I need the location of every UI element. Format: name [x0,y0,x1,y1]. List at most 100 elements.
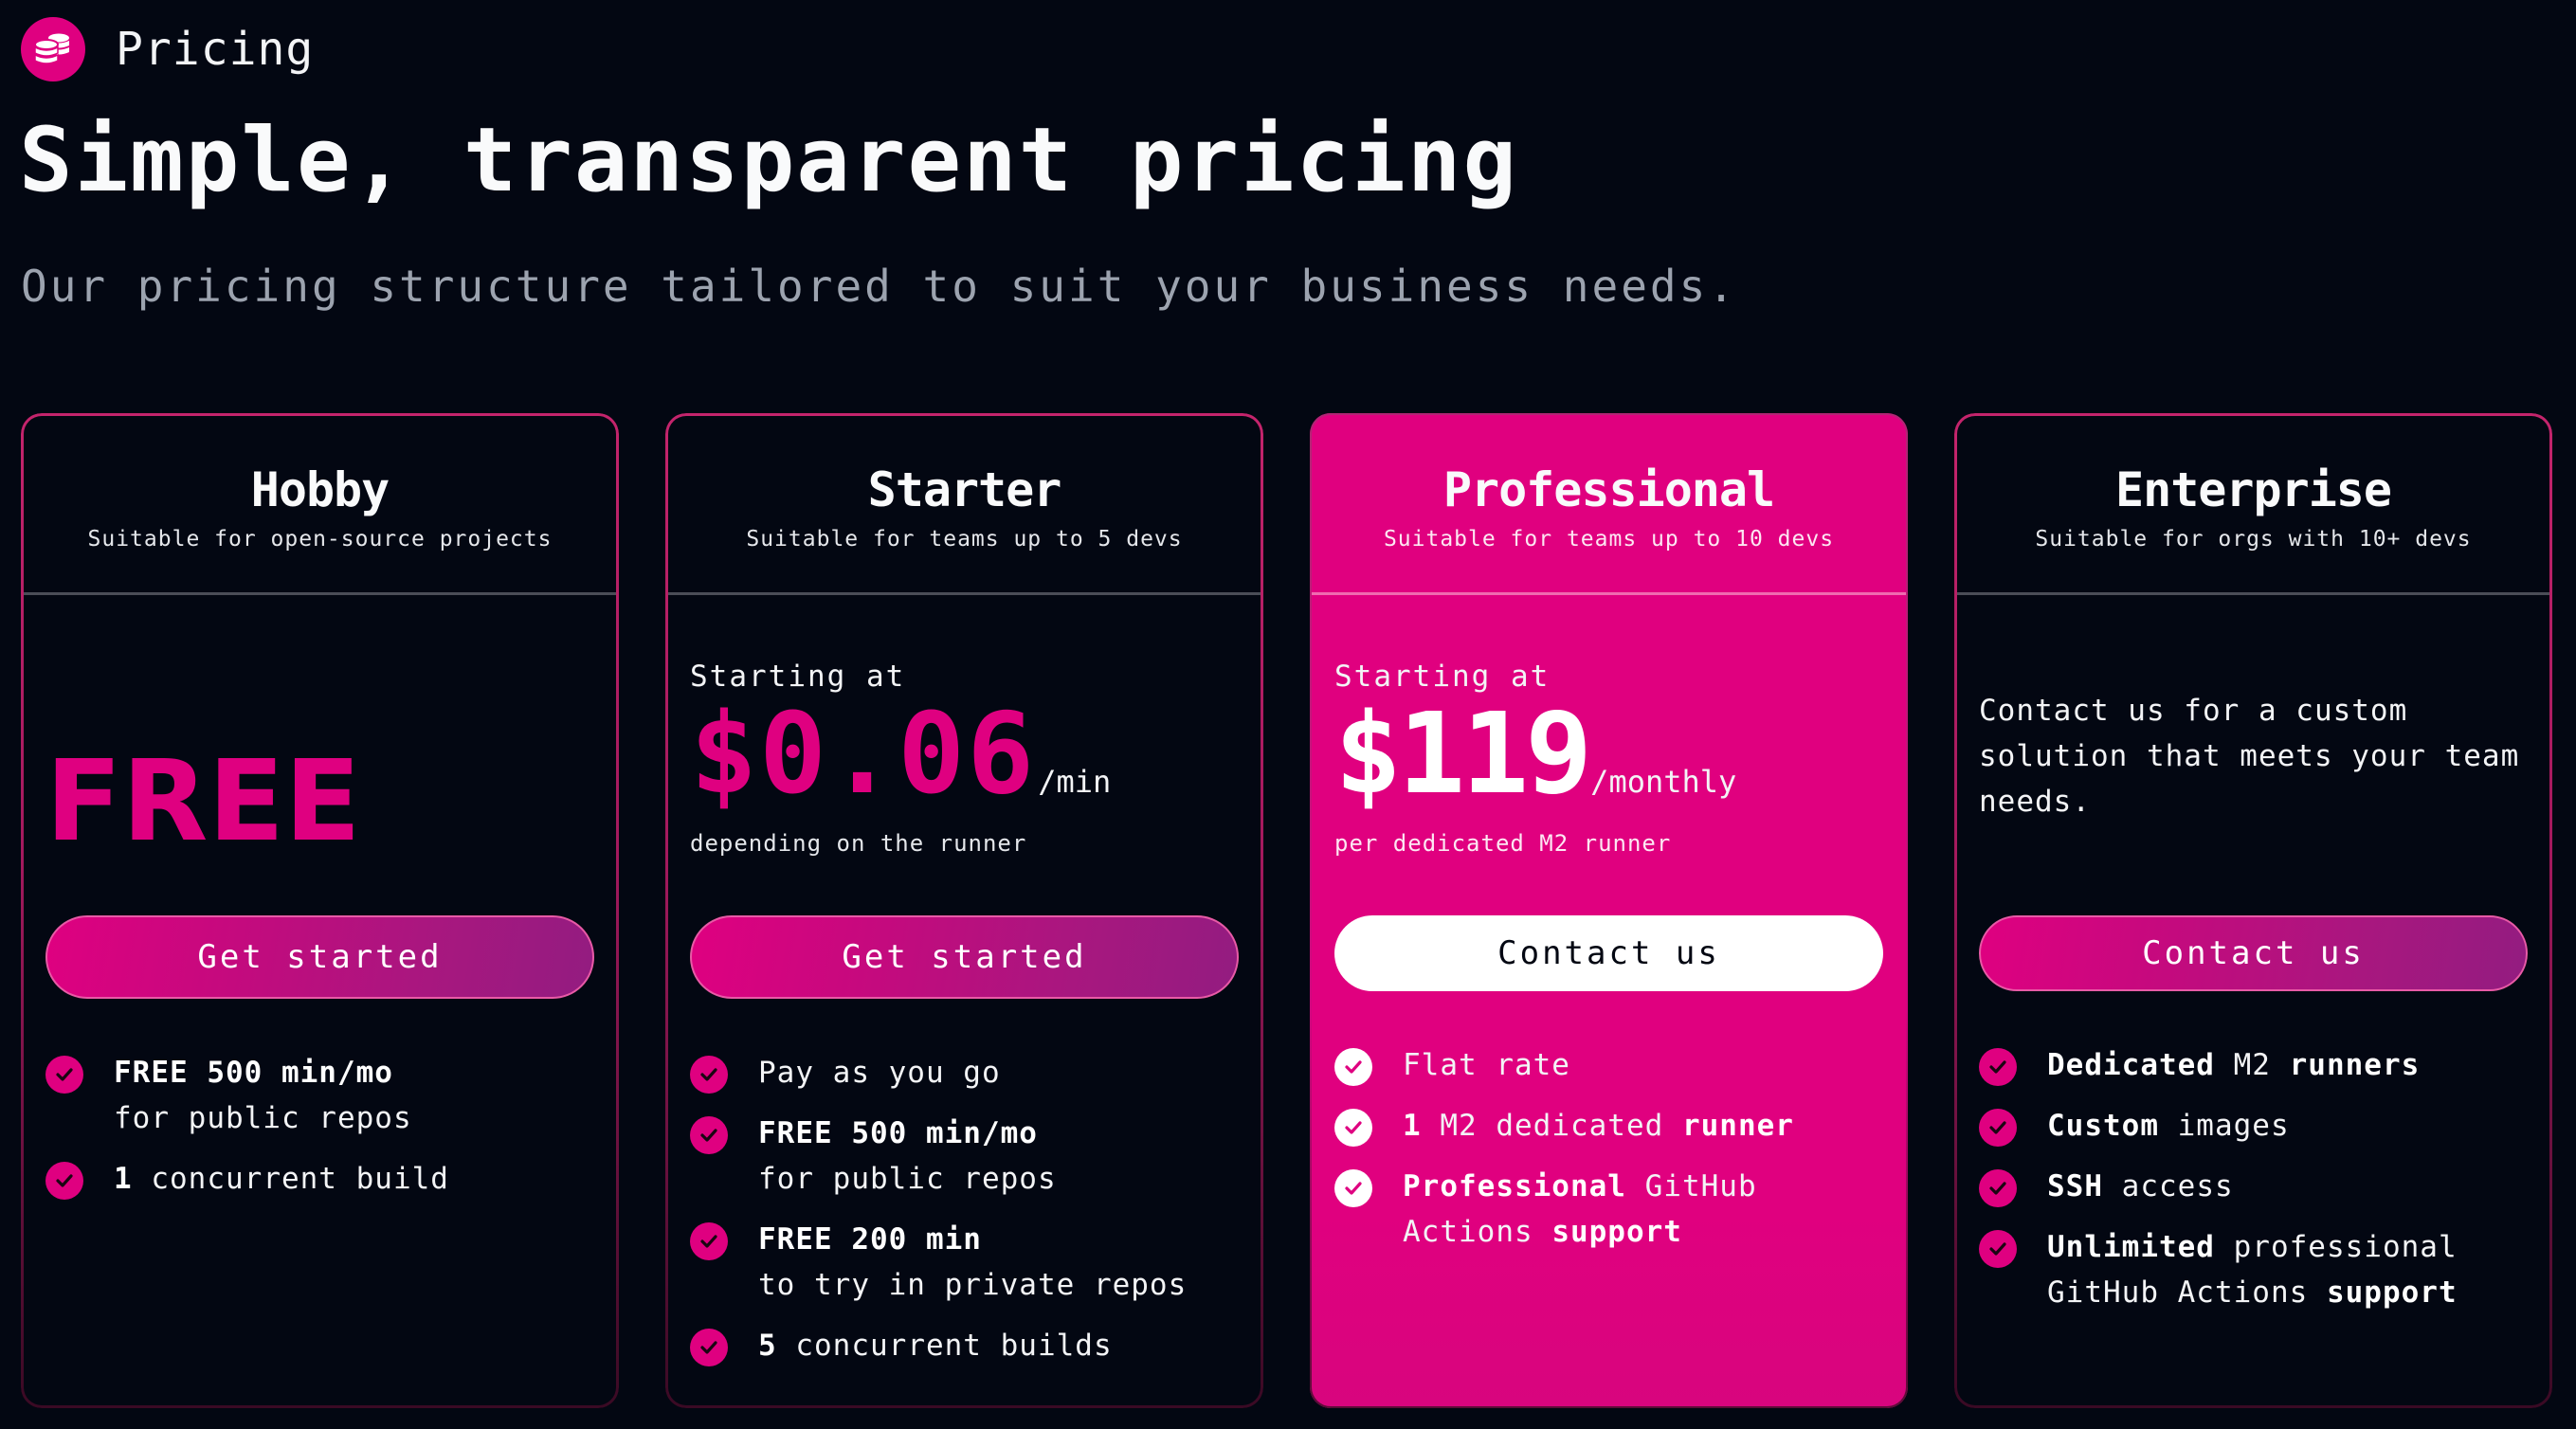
feature-copy: images [2158,1109,2290,1143]
get-started-button[interactable]: Get started [45,915,594,999]
feature-item: Flat rate [1334,1042,1889,1088]
check-icon [1979,1169,2017,1207]
feature-copy: for public repos [758,1162,1057,1196]
feature-emphasis: FREE 500 min/mo [758,1116,1038,1150]
plan-header: Hobby Suitable for open-source projects [21,413,619,595]
feature-text: Custom images [2047,1103,2290,1149]
plan-card-hobby: Hobby Suitable for open-source projects … [21,413,619,1408]
check-icon [1334,1169,1372,1207]
feature-copy: concurrent builds [776,1329,1113,1363]
feature-text: Flat rate [1403,1042,1570,1088]
feature-copy: to try in private repos [758,1268,1188,1302]
feature-emphasis: 1 [114,1162,133,1196]
pricing-cards: Hobby Suitable for open-source projects … [21,413,2552,1408]
feature-list: Flat rate 1 M2 dedicated runner Profession… [1334,1042,1889,1270]
contact-blurb: Contact us for a custom solution that me… [1979,694,2520,819]
feature-emphasis: support [1551,1215,1682,1249]
feature-text: FREE 500 min/mo for public repos [114,1050,412,1141]
price-note: depending on the runner [690,830,1027,857]
feature-list: FREE 500 min/mo for public repos 1 concurr… [45,1050,600,1217]
price-value: FREE [45,735,361,866]
feature-text: Unlimited professional GitHub Actions su… [2047,1224,2533,1315]
feature-item: FREE 500 min/mo for public repos [45,1050,600,1141]
plan-description: Suitable for teams up to 10 devs [1383,527,1835,552]
feature-item: Custom images [1979,1103,2533,1149]
check-icon [1334,1109,1372,1147]
price-unit: /min [1038,764,1112,800]
feature-emphasis: runners [2289,1048,2421,1082]
feature-item: SSH access [1979,1164,2533,1209]
feature-emphasis: runner [1681,1109,1794,1143]
plan-name: Hobby [250,462,390,517]
feature-copy: Flat rate [1403,1048,1570,1082]
plan-description: Suitable for orgs with 10+ devs [2035,527,2472,552]
plan-header: Starter Suitable for teams up to 5 devs [665,413,1263,595]
check-icon [45,1162,83,1200]
feature-emphasis: SSH [2047,1169,2103,1203]
feature-emphasis: FREE 200 min [758,1222,982,1257]
check-icon [690,1222,728,1260]
feature-text: 1 concurrent build [114,1156,449,1202]
feature-text: FREE 500 min/mo for public repos [758,1111,1057,1202]
feature-text: Professional GitHub Actions support [1403,1164,1889,1255]
price-row: $0.06 /min [690,688,1112,819]
check-icon [690,1116,728,1154]
feature-copy: concurrent build [132,1162,449,1196]
brand-label: Pricing [116,23,315,76]
price-area: FREE [45,660,594,896]
contact-us-button[interactable]: Contact us [1334,915,1883,991]
plan-card-professional: Professional Suitable for teams up to 10… [1310,413,1908,1408]
price-area: Starting at $119 /monthly per dedicated … [1334,660,1883,896]
coins-icon [21,17,85,81]
check-icon [690,1056,728,1094]
feature-list: Dedicated M2 runners Custom images SSH acc… [1979,1042,2533,1330]
check-icon [1979,1109,2017,1147]
feature-item: Pay as you go [690,1050,1244,1095]
feature-item: Dedicated M2 runners [1979,1042,2533,1088]
feature-text: 5 concurrent builds [758,1323,1113,1368]
feature-copy: Pay as you go [758,1056,1001,1090]
feature-item: Unlimited professional GitHub Actions su… [1979,1224,2533,1315]
feature-emphasis: Custom [2047,1109,2159,1143]
feature-copy: for public repos [114,1101,412,1135]
feature-copy: access [2103,1169,2234,1203]
feature-emphasis: FREE 500 min/mo [114,1056,393,1090]
plan-description: Suitable for teams up to 5 devs [746,527,1183,552]
check-icon [1979,1048,2017,1086]
get-started-button[interactable]: Get started [690,915,1239,999]
plan-header: Professional Suitable for teams up to 10… [1310,413,1908,595]
feature-text: 1 M2 dedicated runner [1403,1103,1794,1149]
feature-copy: M2 [2214,1048,2290,1082]
page-title: Simple, transparent pricing [19,109,1519,212]
plan-header: Enterprise Suitable for orgs with 10+ de… [1954,413,2552,595]
feature-emphasis: Dedicated [2047,1048,2215,1082]
plan-card-enterprise: Enterprise Suitable for orgs with 10+ de… [1954,413,2552,1408]
feature-list: Pay as you go FREE 500 min/mo for public r… [690,1050,1244,1384]
price-value: $119 [1334,688,1592,819]
feature-item: 1 concurrent build [45,1156,600,1202]
feature-item: 1 M2 dedicated runner [1334,1103,1889,1149]
feature-item: 5 concurrent builds [690,1323,1244,1368]
feature-item: FREE 200 min to try in private repos [690,1217,1244,1308]
check-icon [1334,1048,1372,1086]
price-unit: /monthly [1590,764,1737,800]
price-area: Starting at $0.06 /min depending on the … [690,660,1239,896]
check-icon [45,1056,83,1094]
page-subtitle: Our pricing structure tailored to suit y… [21,261,1737,312]
feature-emphasis: Unlimited [2047,1230,2215,1264]
feature-emphasis: support [2326,1275,2458,1310]
check-icon [690,1329,728,1366]
feature-text: Dedicated M2 runners [2047,1042,2420,1088]
plan-name: Professional [1442,462,1775,517]
pricing-page: Pricing Simple, transparent pricing Our … [0,0,2576,1429]
feature-item: FREE 500 min/mo for public repos [690,1111,1244,1202]
price-row: $119 /monthly [1334,688,1737,819]
contact-us-button[interactable]: Contact us [1979,915,2528,991]
feature-emphasis: 5 [758,1329,777,1363]
price-area: Contact us for a custom solution that me… [1979,660,2528,896]
feature-text: SSH access [2047,1164,2234,1209]
price-value: $0.06 [690,688,1037,819]
plan-description: Suitable for open-source projects [87,527,553,552]
feature-emphasis: 1 [1403,1109,1422,1143]
feature-emphasis: Professional [1403,1169,1626,1203]
